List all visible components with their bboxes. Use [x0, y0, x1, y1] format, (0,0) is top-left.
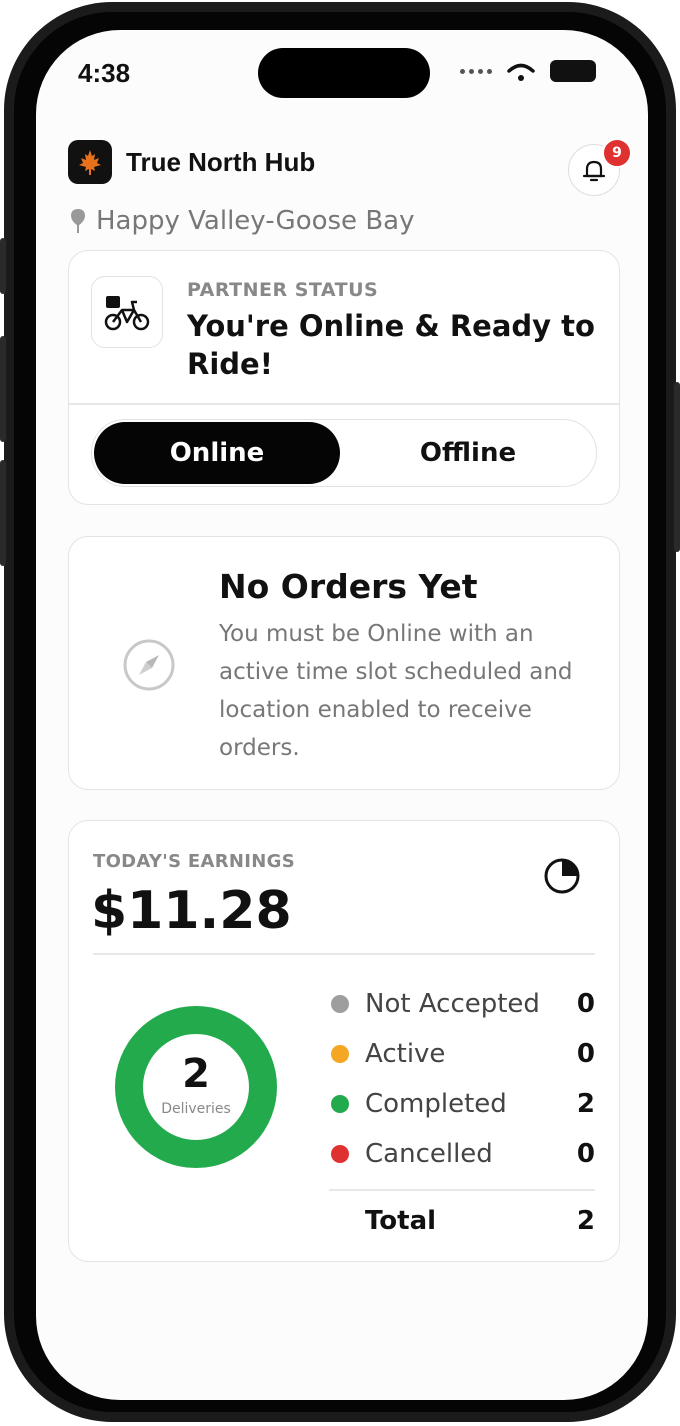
app-title: True North Hub: [126, 146, 316, 177]
breakdown-label: Not Accepted: [365, 989, 540, 1019]
side-button: [0, 460, 6, 566]
breakdown-row-completed: Completed 2: [329, 1079, 595, 1129]
breakdown-label: Completed: [365, 1089, 507, 1119]
online-offline-toggle: Online Offline: [91, 419, 597, 487]
breakdown-value: 0: [576, 989, 595, 1019]
earnings-amount: $11.28: [91, 881, 292, 941]
orders-card: No Orders Yet You must be Online with an…: [68, 536, 620, 790]
online-button[interactable]: Online: [94, 422, 340, 484]
side-button: [0, 336, 6, 442]
legend-divider: [329, 1189, 595, 1191]
breakdown-value: 2: [576, 1089, 595, 1119]
breakdown-label: Cancelled: [365, 1139, 493, 1169]
no-orders-title: No Orders Yet: [219, 567, 478, 606]
deliveries-count: 2: [182, 1051, 210, 1097]
no-orders-description: You must be Online with an active time s…: [219, 621, 573, 761]
earnings-label: TODAY'S EARNINGS: [93, 851, 295, 872]
breakdown-value: 0: [576, 1039, 595, 1069]
breakdown-value: 0: [576, 1139, 595, 1169]
breakdown-label: Active: [365, 1039, 446, 1069]
breakdown-total-row: Total 2: [329, 1193, 595, 1249]
side-button: [0, 238, 6, 294]
status-dot-icon: [331, 1145, 349, 1163]
wifi-icon: [507, 63, 535, 81]
side-button: [674, 382, 680, 552]
partner-status-label: PARTNER STATUS: [187, 279, 379, 301]
app-screen: 4:38 True North Hub 9 Happy Valley-Goose…: [36, 30, 648, 1400]
phone-frame: 4:38 True North Hub 9 Happy Valley-Goose…: [0, 2, 680, 1422]
offline-button[interactable]: Offline: [342, 422, 594, 484]
pie-chart-icon[interactable]: [543, 857, 581, 895]
breakdown-row-cancelled: Cancelled 0: [329, 1129, 595, 1179]
deliveries-label: Deliveries: [161, 1101, 231, 1117]
location-label: Happy Valley-Goose Bay: [96, 206, 415, 236]
notification-badge: 9: [602, 138, 632, 168]
breakdown-row-not-accepted: Not Accepted 0: [329, 979, 595, 1029]
location-row[interactable]: Happy Valley-Goose Bay: [70, 206, 414, 236]
earnings-card: TODAY'S EARNINGS $11.28 2 Deliveries Not…: [68, 820, 620, 1262]
battery-icon: [550, 60, 596, 82]
partner-status-card: PARTNER STATUS You're Online & Ready to …: [68, 250, 620, 505]
dynamic-island: [258, 48, 430, 98]
maple-leaf-icon: [68, 140, 112, 184]
total-value: 2: [576, 1206, 595, 1236]
compass-icon: [123, 639, 175, 691]
card-divider: [93, 953, 595, 955]
signal-dots-icon: [460, 68, 492, 74]
partner-status-title: You're Online & Ready to Ride!: [187, 309, 595, 381]
breakdown-row-active: Active 0: [329, 1029, 595, 1079]
map-pin-icon: [71, 209, 85, 233]
app-header: True North Hub: [68, 140, 315, 184]
status-dot-icon: [331, 1095, 349, 1113]
status-icons: [460, 60, 596, 82]
status-time: 4:38: [78, 58, 131, 88]
delivery-bike-icon: [91, 276, 163, 348]
delivery-breakdown: Not Accepted 0 Active 0 Completed 2 Canc…: [329, 979, 595, 1179]
status-dot-icon: [331, 995, 349, 1013]
status-dot-icon: [331, 1045, 349, 1063]
total-label: Total: [365, 1206, 437, 1236]
card-divider: [69, 403, 619, 405]
